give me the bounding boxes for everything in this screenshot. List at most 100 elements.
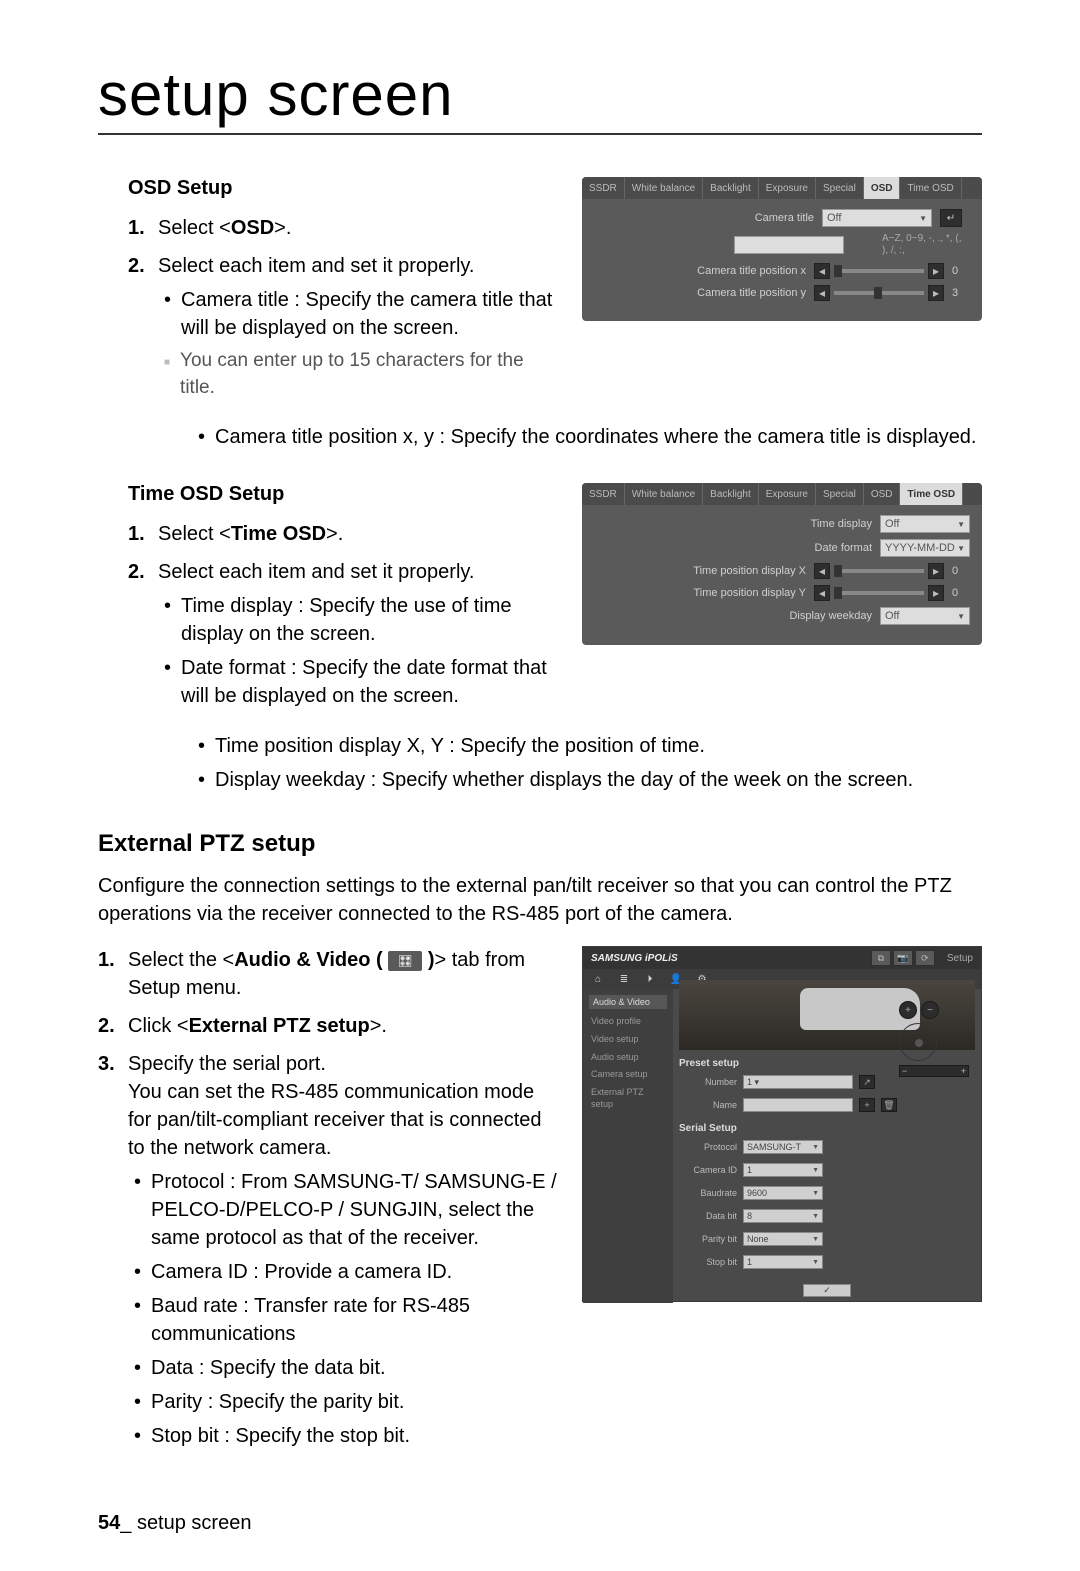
sidebar-item-audio-setup[interactable]: Audio setup: [589, 1049, 667, 1067]
pos-y-inc-button[interactable]: ▸: [928, 285, 944, 301]
baudrate-select[interactable]: 9600▼: [743, 1186, 823, 1200]
time-display-label: Time display: [594, 518, 872, 530]
step-number: 1.: [128, 520, 158, 548]
ptz-step1: Select the <Audio & Video ( 🎛 )> tab fro…: [128, 946, 558, 1002]
protocol-label: Protocol: [679, 1142, 737, 1152]
page-title: setup screen: [98, 60, 982, 135]
parity-bit-select[interactable]: None▼: [743, 1232, 823, 1246]
bullet-data-bit: Data : Specify the data bit.: [151, 1354, 386, 1382]
tab-special[interactable]: Special: [816, 483, 864, 505]
zoom-out-icon[interactable]: −: [921, 1001, 939, 1019]
time-display-select[interactable]: Off▼: [880, 515, 970, 533]
clear-title-button[interactable]: ↵: [940, 209, 962, 227]
char-hint: A~Z, 0~9, -, ., *, (, ), /, :,: [882, 233, 970, 257]
zoom-bar[interactable]: − +: [899, 1065, 969, 1077]
display-weekday-label: Display weekday: [594, 610, 872, 622]
bullet-display-weekday: Display weekday : Specify whether displa…: [215, 766, 913, 794]
time-pos-y-slider[interactable]: [834, 591, 924, 595]
preset-delete-button[interactable]: 🗑: [881, 1098, 897, 1112]
date-format-label: Date format: [594, 542, 872, 554]
osd-setup-heading: OSD Setup: [128, 177, 558, 200]
nav-list-icon[interactable]: ≣: [617, 972, 631, 986]
tab-exposure[interactable]: Exposure: [759, 177, 816, 199]
sidebar-item-video-profile[interactable]: Video profile: [589, 1013, 667, 1031]
tab-backlight[interactable]: Backlight: [703, 483, 759, 505]
stop-bit-label: Stop bit: [679, 1257, 737, 1267]
camera-title-label: Camera title: [594, 212, 814, 224]
osd-step1: Select <OSD>.: [158, 214, 558, 242]
timeosd-step2: Select each item and set it properly.: [158, 561, 474, 583]
osd-note-chars: You can enter up to 15 characters for th…: [180, 348, 558, 401]
date-format-select[interactable]: YYYY-MM-DD▼: [880, 539, 970, 557]
pos-x-value: 0: [952, 265, 970, 277]
step-number: 2.: [128, 252, 158, 407]
tab-white-balance[interactable]: White balance: [625, 177, 703, 199]
preset-go-button[interactable]: ↗: [859, 1075, 875, 1089]
nav-play-icon[interactable]: ⏵: [643, 972, 657, 986]
parity-bit-label: Parity bit: [679, 1234, 737, 1244]
display-weekday-select[interactable]: Off▼: [880, 607, 970, 625]
external-ptz-heading: External PTZ setup: [98, 830, 982, 858]
pos-x-dec-button[interactable]: ◂: [814, 263, 830, 279]
camera-id-select[interactable]: 1▼: [743, 1163, 823, 1177]
time-pos-y-inc-button[interactable]: ▸: [928, 585, 944, 601]
tab-ssdr[interactable]: SSDR: [582, 177, 625, 199]
time-pos-x-slider[interactable]: [834, 569, 924, 573]
time-pos-y-label: Time position display Y: [594, 587, 806, 599]
tab-white-balance[interactable]: White balance: [625, 483, 703, 505]
osd-step2: Select each item and set it properly.: [158, 255, 474, 277]
tab-osd[interactable]: OSD: [864, 177, 901, 199]
pos-x-inc-button[interactable]: ▸: [928, 263, 944, 279]
nav-home-icon[interactable]: ⌂: [591, 972, 605, 986]
time-pos-x-inc-button[interactable]: ▸: [928, 563, 944, 579]
bullet-camera-id: Camera ID : Provide a camera ID.: [151, 1258, 452, 1286]
apply-button[interactable]: ✓: [803, 1284, 851, 1297]
sidebar-item-video-setup[interactable]: Video setup: [589, 1031, 667, 1049]
ptz-joystick[interactable]: [899, 1023, 937, 1061]
step-number: 1.: [98, 946, 128, 1002]
tab-special[interactable]: Special: [816, 177, 864, 199]
zoom-in-icon[interactable]: +: [899, 1001, 917, 1019]
pos-x-slider[interactable]: [834, 269, 924, 273]
osd-bullet-camera-title: Camera title : Specify the camera title …: [181, 286, 558, 342]
data-bit-select[interactable]: 8▼: [743, 1209, 823, 1223]
step-number: 2.: [98, 1012, 128, 1040]
baudrate-label: Baudrate: [679, 1188, 737, 1198]
pos-y-dec-button[interactable]: ◂: [814, 285, 830, 301]
time-pos-x-label: Time position display X: [594, 565, 806, 577]
time-pos-y-dec-button[interactable]: ◂: [814, 585, 830, 601]
time-pos-x-dec-button[interactable]: ◂: [814, 563, 830, 579]
tab-time-osd[interactable]: Time OSD: [900, 483, 963, 505]
header-icon-2[interactable]: 📷: [893, 950, 913, 966]
tab-ssdr[interactable]: SSDR: [582, 483, 625, 505]
sidebar-item-camera-setup[interactable]: Camera setup: [589, 1066, 667, 1084]
tab-osd[interactable]: OSD: [864, 483, 901, 505]
data-bit-label: Data bit: [679, 1211, 737, 1221]
camera-title-input[interactable]: [734, 236, 844, 254]
osd-bullet-position: Camera title position x, y : Specify the…: [215, 423, 976, 451]
header-icon-1[interactable]: ⧉: [871, 950, 891, 966]
time-osd-panel-screenshot: SSDR White balance Backlight Exposure Sp…: [582, 483, 982, 645]
header-icon-3[interactable]: ⟳: [915, 950, 935, 966]
preset-add-button[interactable]: +: [859, 1098, 875, 1112]
preset-number-label: Number: [679, 1077, 737, 1087]
time-osd-heading: Time OSD Setup: [128, 483, 558, 506]
pos-y-slider[interactable]: [834, 291, 924, 295]
preset-name-input[interactable]: [743, 1098, 853, 1112]
tab-time-osd[interactable]: Time OSD: [900, 177, 961, 199]
preset-number-select[interactable]: 1 ▾: [743, 1075, 853, 1089]
external-ptz-intro: Configure the connection settings to the…: [98, 872, 982, 928]
step-number: 3.: [98, 1050, 128, 1456]
sidebar-item-external-ptz[interactable]: External PTZ setup: [589, 1084, 667, 1113]
bullet-time-position: Time position display X, Y : Specify the…: [215, 732, 705, 760]
protocol-select[interactable]: SAMSUNG-T▼: [743, 1140, 823, 1154]
bullet-time-display: Time display : Specify the use of time d…: [181, 592, 558, 648]
tab-exposure[interactable]: Exposure: [759, 483, 816, 505]
camera-title-select[interactable]: Off▼: [822, 209, 932, 227]
ptz-step3-head: Specify the serial port.: [128, 1053, 326, 1075]
audio-video-icon: 🎛: [388, 951, 422, 971]
pos-y-value: 3: [952, 287, 970, 299]
bullet-stop-bit: Stop bit : Specify the stop bit.: [151, 1422, 410, 1450]
stop-bit-select[interactable]: 1▼: [743, 1255, 823, 1269]
tab-backlight[interactable]: Backlight: [703, 177, 759, 199]
